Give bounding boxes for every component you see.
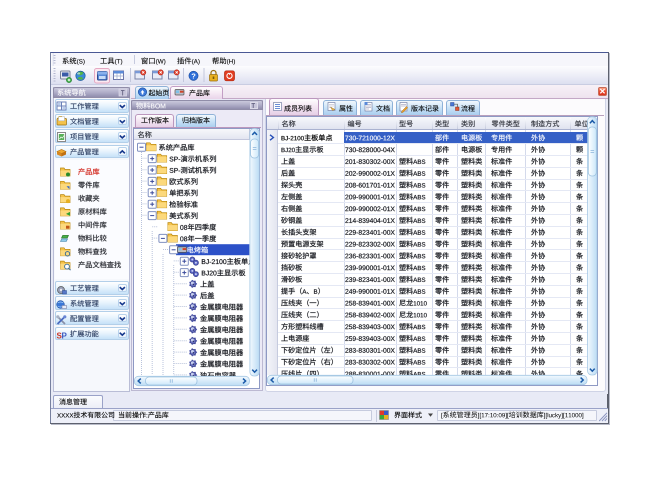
svg-text:?: ? [191, 72, 196, 81]
svg-text:P: P [62, 332, 68, 341]
